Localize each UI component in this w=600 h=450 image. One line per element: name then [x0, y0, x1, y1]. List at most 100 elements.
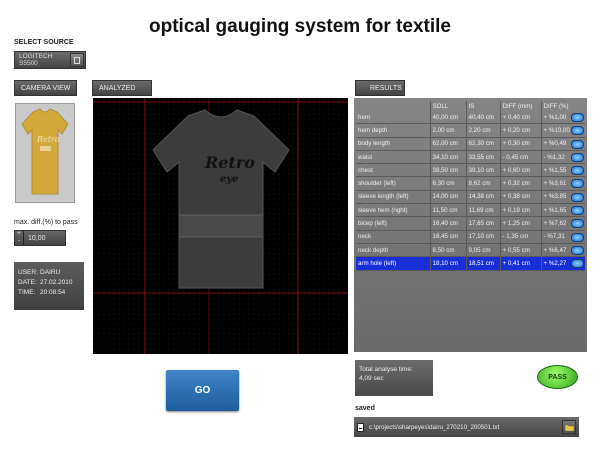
results-panel: SOLL IS DIFF (mm) DIFF (%) hem 40,00 cm 40… [354, 98, 587, 352]
cell-diff-pct: + %10,00 [540, 123, 585, 138]
cell-diff-pct: + %1,65 [540, 203, 585, 218]
cell-is: 2,20 cm [465, 123, 500, 138]
cell-soll: 62,00 cm [429, 137, 466, 151]
diff-percent-value: + %3,61 [543, 180, 567, 188]
cell-diff-pct: + %1,55 [540, 163, 585, 178]
blue-dot-icon[interactable] [571, 245, 584, 255]
blue-dot-icon[interactable] [571, 219, 584, 229]
table-row[interactable]: sleeve length (left) 14,00 cm 14,38 cm + 0,… [356, 190, 585, 205]
date-label: DATE: [18, 279, 37, 286]
column-header: SOLL [429, 101, 466, 111]
source-value: LOGITECH S5500 [19, 53, 53, 67]
measurement-name: shoulder (left) [356, 176, 430, 191]
measurement-name: chest [356, 163, 430, 178]
diff-percent-value: + %1,55 [543, 166, 567, 174]
cell-soll: 8,50 cm [429, 243, 466, 258]
table-row[interactable]: neck 18,45 cm 17,10 cm - 1,35 cm - %7,31 [356, 230, 585, 244]
measurement-name: sleeve length (left) [356, 190, 430, 205]
diff-percent-value: + %6,47 [543, 246, 567, 254]
cell-soll: 16,40 cm [429, 216, 466, 231]
blue-dot-icon[interactable] [571, 259, 584, 269]
cell-diff-mm: + 0,41 cm [499, 256, 541, 271]
diff-percent-value: + %3,85 [543, 193, 567, 201]
cell-diff-mm: + 0,30 cm [499, 137, 541, 151]
saved-path-field[interactable]: c:\projects\sharpeyes\dairu_270210_20050… [354, 417, 579, 437]
table-row[interactable]: waist 34,10 cm 33,55 cm - 0,45 cm - %1,32 [356, 150, 585, 165]
column-header: DIFF (%) [540, 101, 585, 111]
column-header: IS [465, 101, 500, 111]
measurement-name: neck [356, 230, 430, 244]
table-row[interactable]: hem 40,00 cm 40,40 cm + 0,40 cm + %1,00 [356, 111, 585, 125]
cell-diff-mm: + 0,38 cm [499, 190, 541, 205]
analyse-time-label: Total analyse time: [359, 366, 413, 373]
pass-indicator[interactable]: PASS [537, 365, 578, 389]
time-label: TIME: [18, 289, 36, 296]
column-header [356, 101, 430, 111]
increment-icon[interactable]: + [15, 231, 23, 238]
cell-diff-mm: - 0,45 cm [499, 150, 541, 165]
cell-diff-mm: + 0,40 cm [499, 111, 541, 125]
cell-is: 33,55 cm [465, 150, 500, 165]
cell-diff-pct: + %3,85 [540, 190, 585, 205]
max-diff-value[interactable]: 10,00 [24, 235, 46, 242]
max-diff-stepper[interactable]: + - [15, 231, 24, 245]
analyzed-tshirt-image: Retro eye [93, 98, 348, 354]
cell-soll: 8,30 cm [429, 176, 466, 191]
blue-dot-icon[interactable] [571, 139, 584, 149]
blue-dot-icon[interactable] [571, 179, 584, 189]
cell-diff-mm: + 0,60 cm [499, 163, 541, 178]
go-button[interactable]: GO [166, 370, 239, 411]
cell-diff-mm: + 0,55 cm [499, 243, 541, 258]
measurement-name: arm hole (left) [356, 256, 430, 271]
folder-icon[interactable] [562, 420, 576, 434]
measurement-name: neck depth [356, 243, 430, 258]
cell-diff-pct: + %1,00 [540, 111, 585, 125]
blue-dot-icon[interactable] [571, 113, 584, 122]
table-row[interactable]: shoulder (left) 8,30 cm 8,62 cm + 0,32 cm + … [356, 176, 585, 191]
blue-dot-icon[interactable] [571, 232, 584, 242]
saved-path[interactable]: c:\projects\sharpeyes\dairu_270210_20050… [364, 424, 562, 431]
cell-is: 8,62 cm [465, 176, 500, 191]
tab-analyzed[interactable]: ANALYZED [92, 80, 152, 96]
cell-is: 11,69 cm [465, 203, 500, 218]
blue-dot-icon[interactable] [571, 126, 584, 136]
table-row[interactable]: bicep (left) 16,40 cm 17,65 cm + 1,25 cm + %… [356, 216, 585, 231]
blue-dot-icon[interactable] [571, 206, 584, 216]
diff-percent-value: - %7,31 [543, 233, 565, 241]
blue-dot-icon[interactable] [571, 152, 584, 162]
dropdown-icon[interactable] [70, 53, 84, 67]
app-title: optical gauging system for textile [149, 16, 451, 37]
measurement-name: waist [356, 150, 430, 165]
date-value: 27.02.2010 [40, 279, 73, 286]
tab-results[interactable]: RESULTS [355, 80, 405, 96]
cell-diff-pct: + %7,62 [540, 216, 585, 231]
table-row[interactable]: sleeve hem (right) 11,50 cm 11,69 cm + 0,19… [356, 203, 585, 218]
max-diff-field[interactable]: + - 10,00 [14, 230, 66, 246]
user-label: USER: [18, 269, 38, 276]
cell-soll: 40,00 cm [429, 111, 466, 125]
table-row[interactable]: neck depth 8,50 cm 9,05 cm + 0,55 cm + %6,47 [356, 243, 585, 258]
analyzed-view: Retro eye [93, 98, 348, 354]
table-row[interactable]: chest 38,50 cm 39,10 cm + 0,60 cm + %1,55 [356, 163, 585, 178]
cell-is: 9,05 cm [465, 243, 500, 258]
measurement-name: body length [356, 137, 430, 151]
blue-dot-icon[interactable] [571, 166, 584, 176]
analyse-time-box: Total analyse time: 4,09 sec [355, 360, 433, 396]
tab-camera-view[interactable]: CAMERA VIEW [14, 80, 78, 96]
results-header-row: SOLL IS DIFF (mm) DIFF (%) [356, 101, 585, 111]
blue-dot-icon[interactable] [571, 192, 584, 202]
cell-is: 39,10 cm [465, 163, 500, 178]
cell-is: 14,38 cm [465, 190, 500, 205]
analyzed-shirt-text: Retro [204, 153, 255, 172]
decrement-icon[interactable]: - [15, 238, 23, 245]
diff-percent-value: + %0,49 [543, 140, 567, 148]
table-row[interactable]: arm hole (left) 18,10 cm 18,51 cm + 0,41 cm… [356, 256, 585, 271]
table-row[interactable]: body length 62,00 cm 62,30 cm + 0,30 cm + %0… [356, 137, 585, 151]
diff-percent-value: - %1,32 [543, 153, 565, 161]
cell-soll: 18,45 cm [429, 230, 466, 244]
session-info: USER: DAIRU DATE: 27.02.2010 TIME: 20:08:54 [14, 262, 84, 310]
measurement-name: sleeve hem (right) [356, 203, 430, 218]
table-row[interactable]: hem depth 2,00 cm 2,20 cm + 0,20 cm + %10,00 [356, 123, 585, 138]
user-value: DAIRU [40, 269, 61, 276]
source-select[interactable]: LOGITECH S5500 [14, 51, 86, 69]
